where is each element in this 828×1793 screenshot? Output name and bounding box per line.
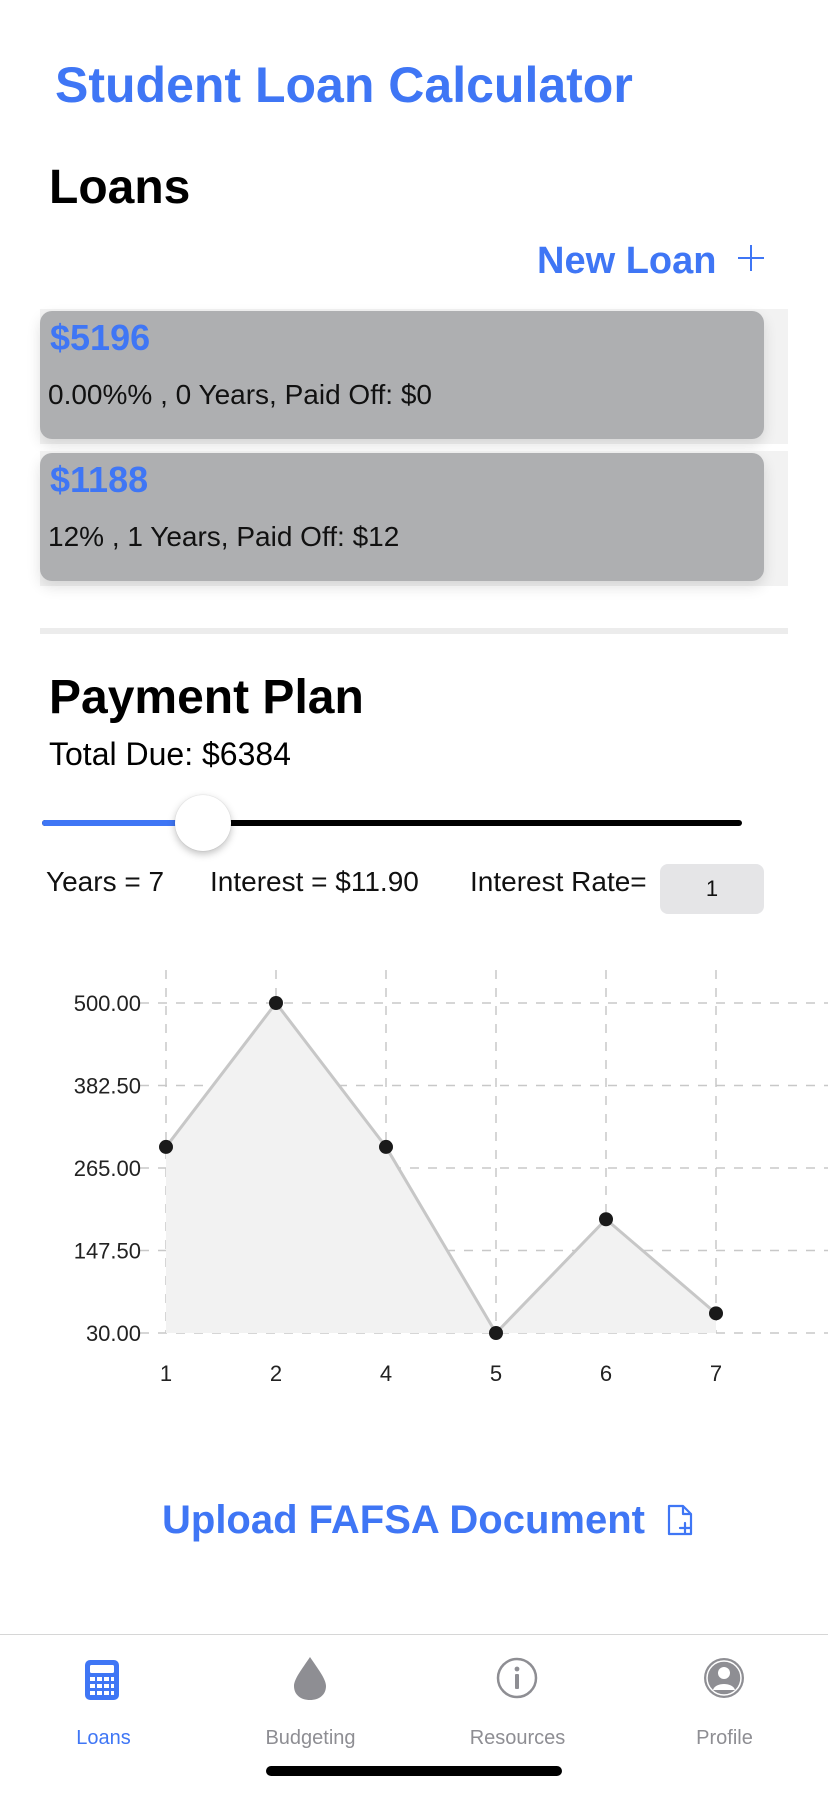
calculator-icon [85,1660,119,1700]
loan-details: 12% , 1 Years, Paid Off: $12 [48,521,400,552]
data-point [269,996,283,1010]
interest-value: Interest = $11.90 [210,866,419,897]
y-tick-label: 382.50 [74,1074,141,1099]
total-due: Total Due: $6384 [49,736,291,772]
years-slider-thumb[interactable] [175,795,231,851]
new-loan-button[interactable]: New Loan [537,240,765,283]
payment-chart: 500.00 382.50 265.00 147.50 30.00 1 2 4 5 6 7 [74,970,828,1386]
person-icon [704,1658,744,1698]
years-value: Years = 7 [46,866,165,897]
tab-loans[interactable]: Loans [0,1647,207,1749]
data-point [159,1139,173,1154]
data-point [709,1306,723,1321]
upload-label: Upload FAFSA Document [162,1498,645,1542]
drop-icon [294,1657,326,1700]
interest-rate-input[interactable] [660,864,764,914]
y-tick-label: 147.50 [74,1239,141,1264]
tab-label: Loans [76,1727,131,1749]
new-loan-label: New Loan [537,240,717,282]
plus-icon [738,244,765,271]
loan-card[interactable]: $5196 0.00%% , 0 Years, Paid Off: $0 [40,311,764,439]
tab-budgeting[interactable]: Budgeting [207,1647,414,1749]
x-tick-label: 1 [160,1361,172,1386]
section-divider [40,628,788,634]
x-tick-label: 6 [600,1361,612,1386]
y-tick-label: 265.00 [74,1156,141,1181]
loan-amount: $1188 [50,459,149,500]
document-add-icon [667,1504,693,1535]
app-title: Student Loan Calculator [55,57,633,113]
info-icon [496,1657,538,1699]
loans-heading: Loans [49,161,191,214]
loan-card[interactable]: $1188 12% , 1 Years, Paid Off: $12 [40,453,764,581]
data-point [489,1326,503,1340]
x-tick-label: 7 [710,1361,722,1386]
payment-plan-heading: Payment Plan [49,671,364,724]
loan-list-item: $1188 12% , 1 Years, Paid Off: $12 [40,451,788,586]
loan-amount: $5196 [50,317,151,358]
x-tick-label: 5 [490,1361,502,1386]
loan-details: 0.00%% , 0 Years, Paid Off: $0 [48,379,432,410]
loan-list-item: $5196 0.00%% , 0 Years, Paid Off: $0 [40,309,788,444]
home-indicator [266,1766,562,1776]
tab-resources[interactable]: Resources [414,1647,621,1749]
x-tick-label: 2 [270,1361,282,1386]
y-tick-label: 500.00 [74,991,141,1016]
tab-label: Profile [696,1727,753,1749]
y-tick-label: 30.00 [86,1321,141,1346]
tab-label: Budgeting [265,1727,356,1749]
data-point [599,1212,613,1227]
data-point [379,1139,393,1154]
tab-label: Resources [469,1727,566,1749]
tab-profile[interactable]: Profile [621,1647,828,1749]
x-tick-label: 4 [380,1361,392,1386]
interest-rate-label: Interest Rate= [470,866,647,897]
upload-fafsa-button[interactable]: Upload FAFSA Document [162,1498,695,1543]
